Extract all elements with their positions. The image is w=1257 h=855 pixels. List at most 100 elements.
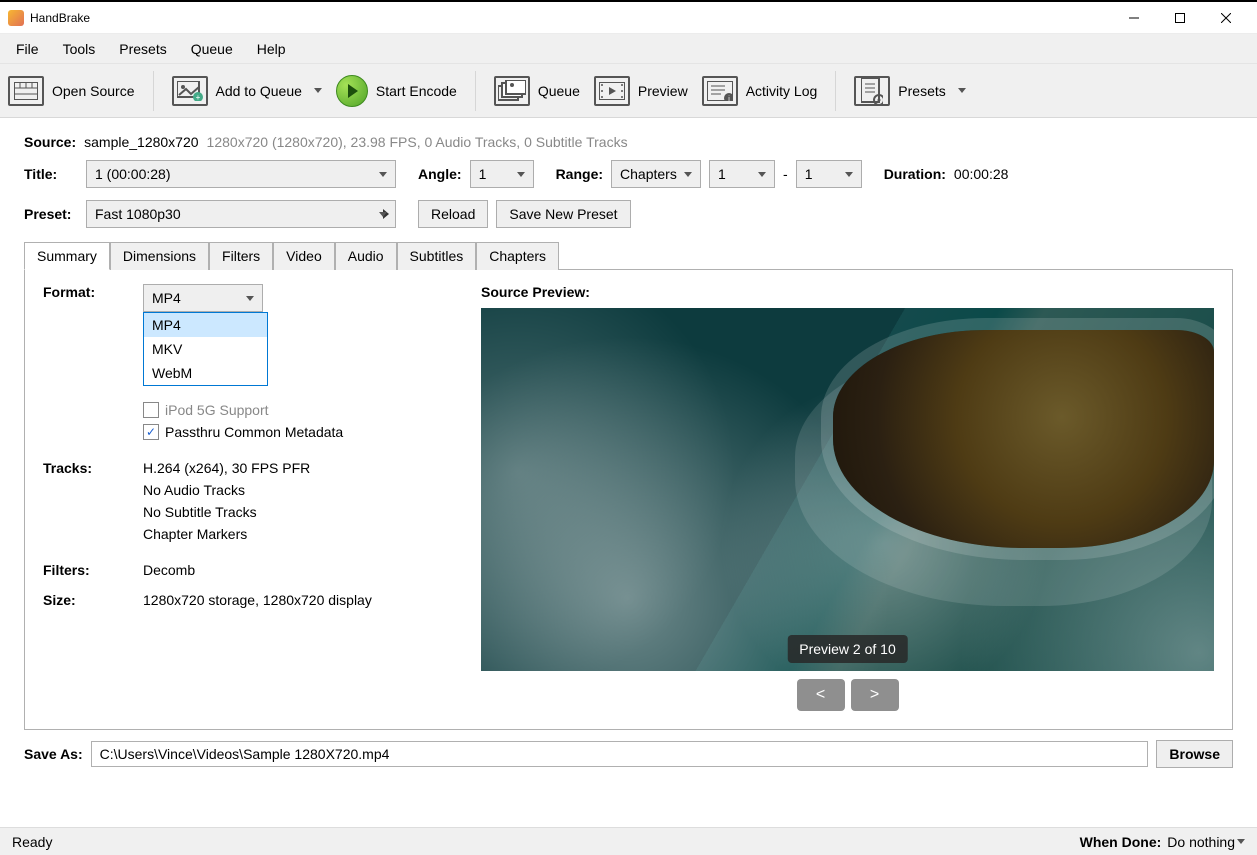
filters-label: Filters: xyxy=(43,562,143,578)
angle-label: Angle: xyxy=(418,166,462,182)
when-done-value[interactable]: Do nothing xyxy=(1167,834,1235,850)
title-label: Title: xyxy=(24,166,78,182)
queue-icon xyxy=(494,76,530,106)
source-info: 1280x720 (1280x720), 23.98 FPS, 0 Audio … xyxy=(207,134,628,150)
tabs: Summary Dimensions Filters Video Audio S… xyxy=(24,242,1233,270)
menu-help[interactable]: Help xyxy=(245,37,298,61)
summary-panel: Format: MP4 MP4 MKV WebM xyxy=(43,284,463,711)
passthru-metadata-label: Passthru Common Metadata xyxy=(165,424,343,440)
preview-image[interactable]: Preview 2 of 10 xyxy=(481,308,1214,671)
queue-label: Queue xyxy=(538,83,580,99)
app-icon xyxy=(8,10,24,26)
save-as-row: Save As: Browse xyxy=(0,730,1257,768)
play-icon xyxy=(336,75,368,107)
angle-select[interactable]: 1 xyxy=(470,160,534,188)
queue-button[interactable]: Queue xyxy=(494,76,580,106)
open-source-button[interactable]: Open Source xyxy=(8,76,135,106)
preview-label: Preview xyxy=(638,83,688,99)
tab-filters[interactable]: Filters xyxy=(209,242,273,270)
start-encode-button[interactable]: Start Encode xyxy=(336,75,457,107)
range-to-select[interactable]: 1 xyxy=(796,160,862,188)
tab-body: Format: MP4 MP4 MKV WebM xyxy=(24,270,1233,730)
preview-icon xyxy=(594,76,630,106)
preview-panel: Source Preview: Preview 2 of 10 < > xyxy=(481,284,1214,711)
title-select[interactable]: 1 (00:00:28) xyxy=(86,160,396,188)
save-new-preset-label: Save New Preset xyxy=(509,206,617,222)
tab-subtitles[interactable]: Subtitles xyxy=(397,242,477,270)
checkbox-box-checked: ✓ xyxy=(143,424,159,440)
menu-tools[interactable]: Tools xyxy=(51,37,108,61)
app-title: HandBrake xyxy=(30,11,90,25)
menu-file[interactable]: File xyxy=(4,37,51,61)
open-source-label: Open Source xyxy=(52,83,135,99)
format-option-mp4[interactable]: MP4 xyxy=(144,313,267,337)
start-encode-label: Start Encode xyxy=(376,83,457,99)
source-name: sample_1280x720 xyxy=(84,134,198,150)
format-option-mkv[interactable]: MKV xyxy=(144,337,267,361)
content-area: Source: sample_1280x720 1280x720 (1280x7… xyxy=(0,118,1257,730)
range-from-select[interactable]: 1 xyxy=(709,160,775,188)
save-new-preset-button[interactable]: Save New Preset xyxy=(496,200,630,228)
title-value: 1 (00:00:28) xyxy=(95,166,171,182)
range-type-value: Chapters xyxy=(620,166,677,182)
format-option-webm[interactable]: WebM xyxy=(144,361,267,385)
menu-presets[interactable]: Presets xyxy=(107,37,178,61)
tab-audio[interactable]: Audio xyxy=(335,242,397,270)
preset-combo[interactable]: Fast 1080p30 xyxy=(86,200,396,228)
tab-video[interactable]: Video xyxy=(273,242,335,270)
chevron-right-icon xyxy=(383,209,389,219)
browse-label: Browse xyxy=(1169,746,1220,762)
passthru-metadata-checkbox[interactable]: ✓ Passthru Common Metadata xyxy=(143,424,343,440)
format-select[interactable]: MP4 xyxy=(143,284,263,312)
preview-button[interactable]: Preview xyxy=(594,76,688,106)
chevron-down-icon[interactable] xyxy=(1237,839,1245,844)
preview-prev-button[interactable]: < xyxy=(797,679,845,711)
titlebar: HandBrake xyxy=(0,2,1257,34)
preview-next-button[interactable]: > xyxy=(851,679,899,711)
save-as-label: Save As: xyxy=(24,746,83,762)
maximize-button[interactable] xyxy=(1157,2,1203,34)
format-dropdown: MP4 MKV WebM xyxy=(143,312,268,386)
tab-chapters[interactable]: Chapters xyxy=(476,242,559,270)
reload-label: Reload xyxy=(431,206,475,222)
menu-queue[interactable]: Queue xyxy=(179,37,245,61)
presets-icon xyxy=(854,76,890,106)
checkbox-box xyxy=(143,402,159,418)
tracks-line: H.264 (x264), 30 FPS PFR xyxy=(143,460,310,476)
statusbar: Ready When Done: Do nothing xyxy=(0,827,1257,855)
chevron-down-icon[interactable] xyxy=(958,88,966,93)
duration-label: Duration: xyxy=(884,166,946,182)
range-type-select[interactable]: Chapters xyxy=(611,160,701,188)
preview-badge: Preview 2 of 10 xyxy=(787,635,908,663)
angle-value: 1 xyxy=(479,166,487,182)
preview-label: Source Preview: xyxy=(481,284,1214,300)
tracks-label: Tracks: xyxy=(43,460,143,476)
image-add-icon: + xyxy=(172,76,208,106)
activity-log-button[interactable]: i Activity Log xyxy=(702,76,818,106)
toolbar: Open Source + Add to Queue Start Encode … xyxy=(0,64,1257,118)
close-button[interactable] xyxy=(1203,2,1249,34)
log-icon: i xyxy=(702,76,738,106)
source-row: Source: sample_1280x720 1280x720 (1280x7… xyxy=(24,134,1233,150)
add-to-queue-button[interactable]: + Add to Queue xyxy=(172,76,322,106)
chevron-down-icon[interactable] xyxy=(314,88,322,93)
filters-value: Decomb xyxy=(143,562,195,578)
reload-button[interactable]: Reload xyxy=(418,200,488,228)
title-row: Title: 1 (00:00:28) Angle: 1 Range: Chap… xyxy=(24,160,1233,188)
ipod-support-label: iPod 5G Support xyxy=(165,402,269,418)
toolbar-separator xyxy=(475,71,476,111)
tracks-line: Chapter Markers xyxy=(143,526,310,542)
toolbar-separator xyxy=(153,71,154,111)
tracks-line: No Subtitle Tracks xyxy=(143,504,310,520)
save-as-input[interactable] xyxy=(91,741,1149,767)
preset-value: Fast 1080p30 xyxy=(95,206,181,222)
tab-summary[interactable]: Summary xyxy=(24,242,110,270)
ipod-support-checkbox[interactable]: iPod 5G Support xyxy=(143,402,343,418)
tracks-line: No Audio Tracks xyxy=(143,482,310,498)
minimize-button[interactable] xyxy=(1111,2,1157,34)
browse-button[interactable]: Browse xyxy=(1156,740,1233,768)
activity-log-label: Activity Log xyxy=(746,83,818,99)
presets-button[interactable]: Presets xyxy=(854,76,965,106)
format-label: Format: xyxy=(43,284,143,300)
tab-dimensions[interactable]: Dimensions xyxy=(110,242,209,270)
